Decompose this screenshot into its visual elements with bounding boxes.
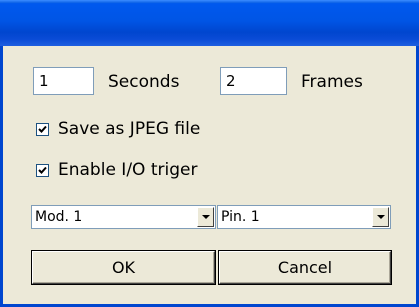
- seconds-label: Seconds: [108, 72, 180, 92]
- pin-select[interactable]: Pin. 1: [217, 205, 391, 229]
- window-border-left: [0, 46, 3, 307]
- checkmark-icon: [38, 125, 47, 133]
- checkmark-icon: [38, 166, 47, 174]
- save-jpeg-label[interactable]: Save as JPEG file: [58, 119, 200, 139]
- cancel-button[interactable]: Cancel: [219, 251, 391, 284]
- io-trigger-label[interactable]: Enable I/O triger: [58, 160, 197, 180]
- module-select-value: Mod. 1: [35, 209, 83, 225]
- seconds-input[interactable]: 1: [33, 67, 94, 95]
- pin-select-value: Pin. 1: [221, 209, 260, 225]
- chevron-down-icon[interactable]: [372, 207, 389, 227]
- module-select[interactable]: Mod. 1: [31, 205, 216, 229]
- io-trigger-checkbox[interactable]: [36, 164, 49, 177]
- frames-label: Frames: [301, 72, 363, 92]
- ok-button[interactable]: OK: [32, 251, 215, 284]
- title-bar[interactable]: [0, 0, 419, 46]
- save-jpeg-checkbox[interactable]: [36, 123, 49, 136]
- frames-input[interactable]: 2: [220, 67, 287, 95]
- chevron-down-icon[interactable]: [197, 207, 214, 227]
